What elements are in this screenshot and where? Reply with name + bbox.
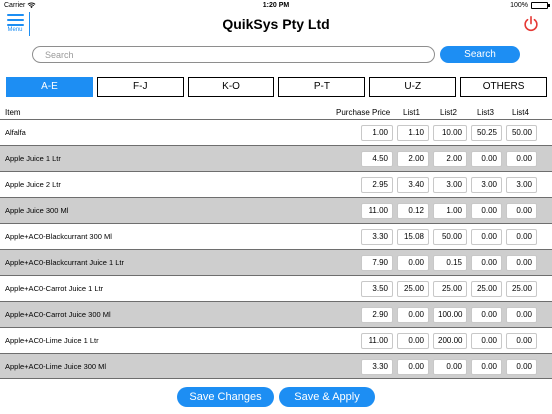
list3-field[interactable]: 25.00 [471,281,502,297]
purchase-price-field[interactable]: 2.95 [361,177,393,193]
list2-field[interactable]: 50.00 [433,229,467,245]
list3-field[interactable]: 0.00 [471,359,502,375]
list4-field[interactable]: 0.00 [506,359,537,375]
list2-field[interactable]: 25.00 [433,281,467,297]
list3-field[interactable]: 0.00 [471,229,502,245]
item-name: Apple+AC0-Blackcurrant Juice 1 Ltr [5,258,125,267]
list1-field[interactable]: 25.00 [397,281,429,297]
list3-field[interactable]: 0.00 [471,151,502,167]
table-row: Apple+AC0-Lime Juice 1 Ltr 11.00 0.00 20… [0,327,552,353]
list1-field[interactable]: 0.00 [397,333,429,349]
alphabet-tabs: A-E F-J K-O P-T U-Z OTHERS [6,77,547,97]
list3-field[interactable]: 3.00 [471,177,502,193]
battery-percent: 100% [510,2,528,9]
tab-u-z[interactable]: U-Z [369,77,457,97]
item-name: Apple+AC0-Carrot Juice 1 Ltr [5,284,104,293]
table-header: Item Purchase Price List1 List2 List3 Li… [0,106,552,120]
list4-field[interactable]: 0.00 [506,333,537,349]
save-and-apply-button[interactable]: Save & Apply [279,387,375,407]
list1-field[interactable]: 1.10 [397,125,429,141]
list1-field[interactable]: 3.40 [397,177,429,193]
search-input[interactable] [32,46,435,63]
list2-field[interactable]: 3.00 [433,177,467,193]
list4-field[interactable]: 0.00 [506,307,537,323]
price-table: Alfalfa 1.00 1.10 10.00 50.25 50.00 Appl… [0,119,552,379]
list4-field[interactable]: 0.00 [506,255,537,271]
list2-field[interactable]: 0.15 [433,255,467,271]
column-header-list4: List4 [512,108,529,117]
purchase-price-field[interactable]: 2.90 [361,307,393,323]
list1-field[interactable]: 0.12 [397,203,429,219]
column-header-list2: List2 [440,108,457,117]
item-name: Apple Juice 300 Ml [5,206,69,215]
list4-field[interactable]: 3.00 [506,177,537,193]
tab-p-t[interactable]: P-T [278,77,366,97]
column-header-list1: List1 [403,108,420,117]
list3-field[interactable]: 0.00 [471,203,502,219]
column-header-list3: List3 [477,108,494,117]
tab-f-j[interactable]: F-J [96,77,184,97]
purchase-price-field[interactable]: 3.30 [361,359,393,375]
tab-others[interactable]: OTHERS [460,77,547,97]
table-row: Apple Juice 2 Ltr 2.95 3.40 3.00 3.00 3.… [0,171,552,197]
column-header-purchase-price: Purchase Price [336,108,391,117]
list1-field[interactable]: 15.08 [397,229,429,245]
purchase-price-field[interactable]: 1.00 [361,125,393,141]
tab-a-e[interactable]: A-E [6,77,93,97]
list4-field[interactable]: 0.00 [506,229,537,245]
table-row: Alfalfa 1.00 1.10 10.00 50.25 50.00 [0,119,552,145]
power-icon[interactable] [522,15,540,33]
tab-k-o[interactable]: K-O [187,77,275,97]
item-name: Alfalfa [5,128,26,137]
item-name: Apple+AC0-Lime Juice 1 Ltr [5,336,99,345]
item-name: Apple+AC0-Carrot Juice 300 Ml [5,310,111,319]
list2-field[interactable]: 100.00 [433,307,467,323]
clock: 1:20 PM [262,2,290,9]
table-row: Apple Juice 1 Ltr 4.50 2.00 2.00 0.00 0.… [0,145,552,171]
purchase-price-field[interactable]: 11.00 [361,203,393,219]
list1-field[interactable]: 0.00 [397,307,429,323]
list2-field[interactable]: 10.00 [433,125,467,141]
list4-field[interactable]: 0.00 [506,151,537,167]
purchase-price-field[interactable]: 3.30 [361,229,393,245]
search-button[interactable]: Search [440,46,520,63]
status-bar: Carrier 1:20 PM 100% [0,0,552,12]
list3-field[interactable]: 0.00 [471,255,502,271]
list1-field[interactable]: 0.00 [397,255,429,271]
list2-field[interactable]: 1.00 [433,203,467,219]
item-name: Apple Juice 1 Ltr [5,154,61,163]
table-row: Apple+AC0-Carrot Juice 300 Ml 2.90 0.00 … [0,301,552,327]
list3-field[interactable]: 50.25 [471,125,502,141]
column-header-item: Item [5,108,21,117]
list1-field[interactable]: 2.00 [397,151,429,167]
list2-field[interactable]: 200.00 [433,333,467,349]
page-title: QuikSys Pty Ltd [222,16,330,32]
list4-field[interactable]: 50.00 [506,125,537,141]
purchase-price-field[interactable]: 3.50 [361,281,393,297]
item-name: Apple+AC0-Lime Juice 300 Ml [5,362,107,371]
purchase-price-field[interactable]: 4.50 [361,151,393,167]
table-row: Apple+AC0-Lime Juice 300 Ml 3.30 0.00 0.… [0,353,552,379]
list4-field[interactable]: 25.00 [506,281,537,297]
battery-icon [531,2,550,9]
table-row: Apple+AC0-Blackcurrant Juice 1 Ltr 7.90 … [0,249,552,275]
table-row: Apple+AC0-Blackcurrant 300 Ml 3.30 15.08… [0,223,552,249]
list2-field[interactable]: 2.00 [433,151,467,167]
purchase-price-field[interactable]: 7.90 [361,255,393,271]
item-name: Apple+AC0-Blackcurrant 300 Ml [5,232,112,241]
list3-field[interactable]: 0.00 [471,333,502,349]
item-name: Apple Juice 2 Ltr [5,180,61,189]
list1-field[interactable]: 0.00 [397,359,429,375]
list2-field[interactable]: 0.00 [433,359,467,375]
table-row: Apple Juice 300 Ml 11.00 0.12 1.00 0.00 … [0,197,552,223]
purchase-price-field[interactable]: 11.00 [361,333,393,349]
list4-field[interactable]: 0.00 [506,203,537,219]
save-changes-button[interactable]: Save Changes [177,387,274,407]
list3-field[interactable]: 0.00 [471,307,502,323]
table-row: Apple+AC0-Carrot Juice 1 Ltr 3.50 25.00 … [0,275,552,301]
